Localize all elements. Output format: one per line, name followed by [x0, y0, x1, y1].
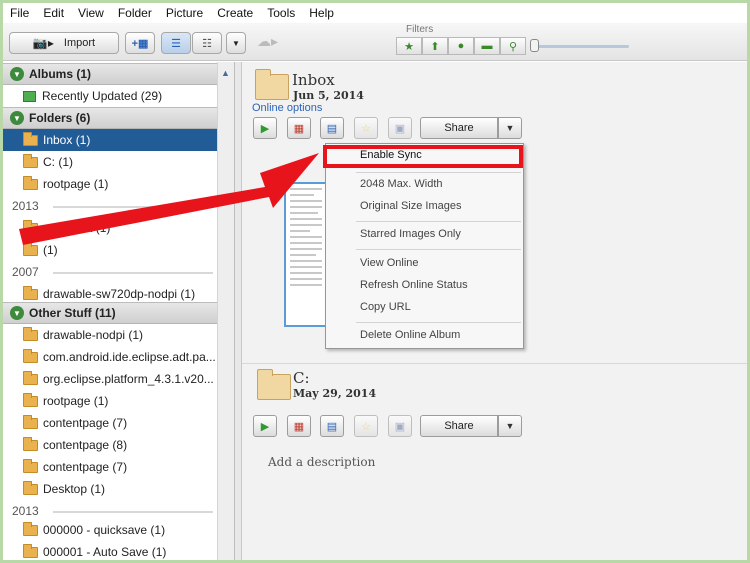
- app-window: File Edit View Folder Picture Create Too…: [3, 3, 747, 560]
- arrow-shape: [19, 153, 319, 245]
- annotation-arrow: [19, 153, 319, 245]
